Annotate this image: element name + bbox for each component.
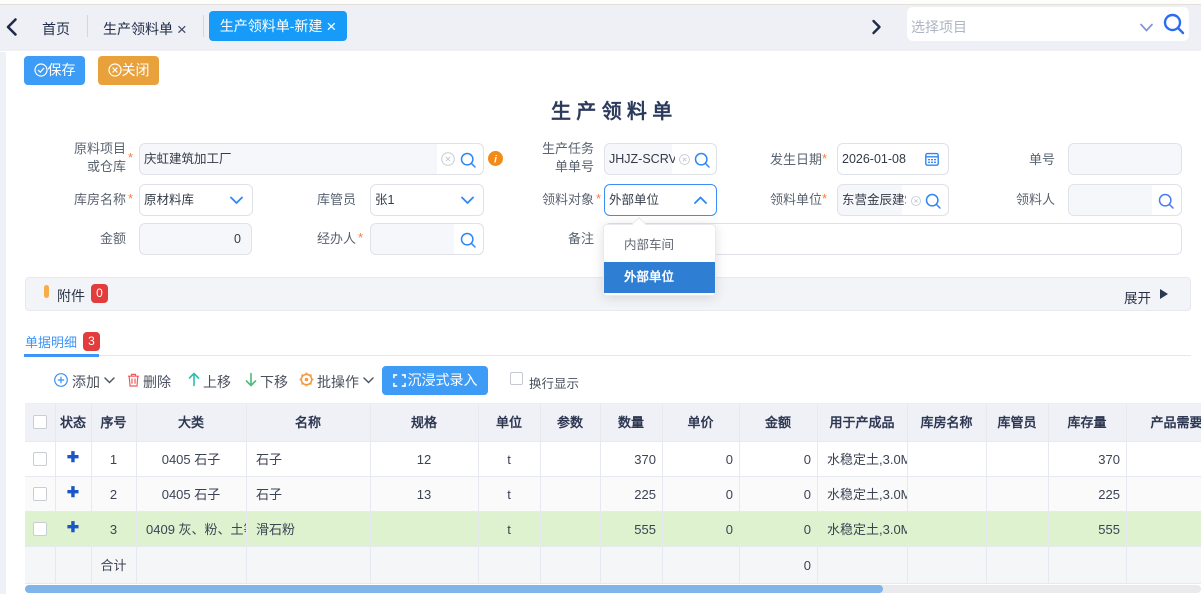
svg-text:i: i	[494, 154, 497, 165]
